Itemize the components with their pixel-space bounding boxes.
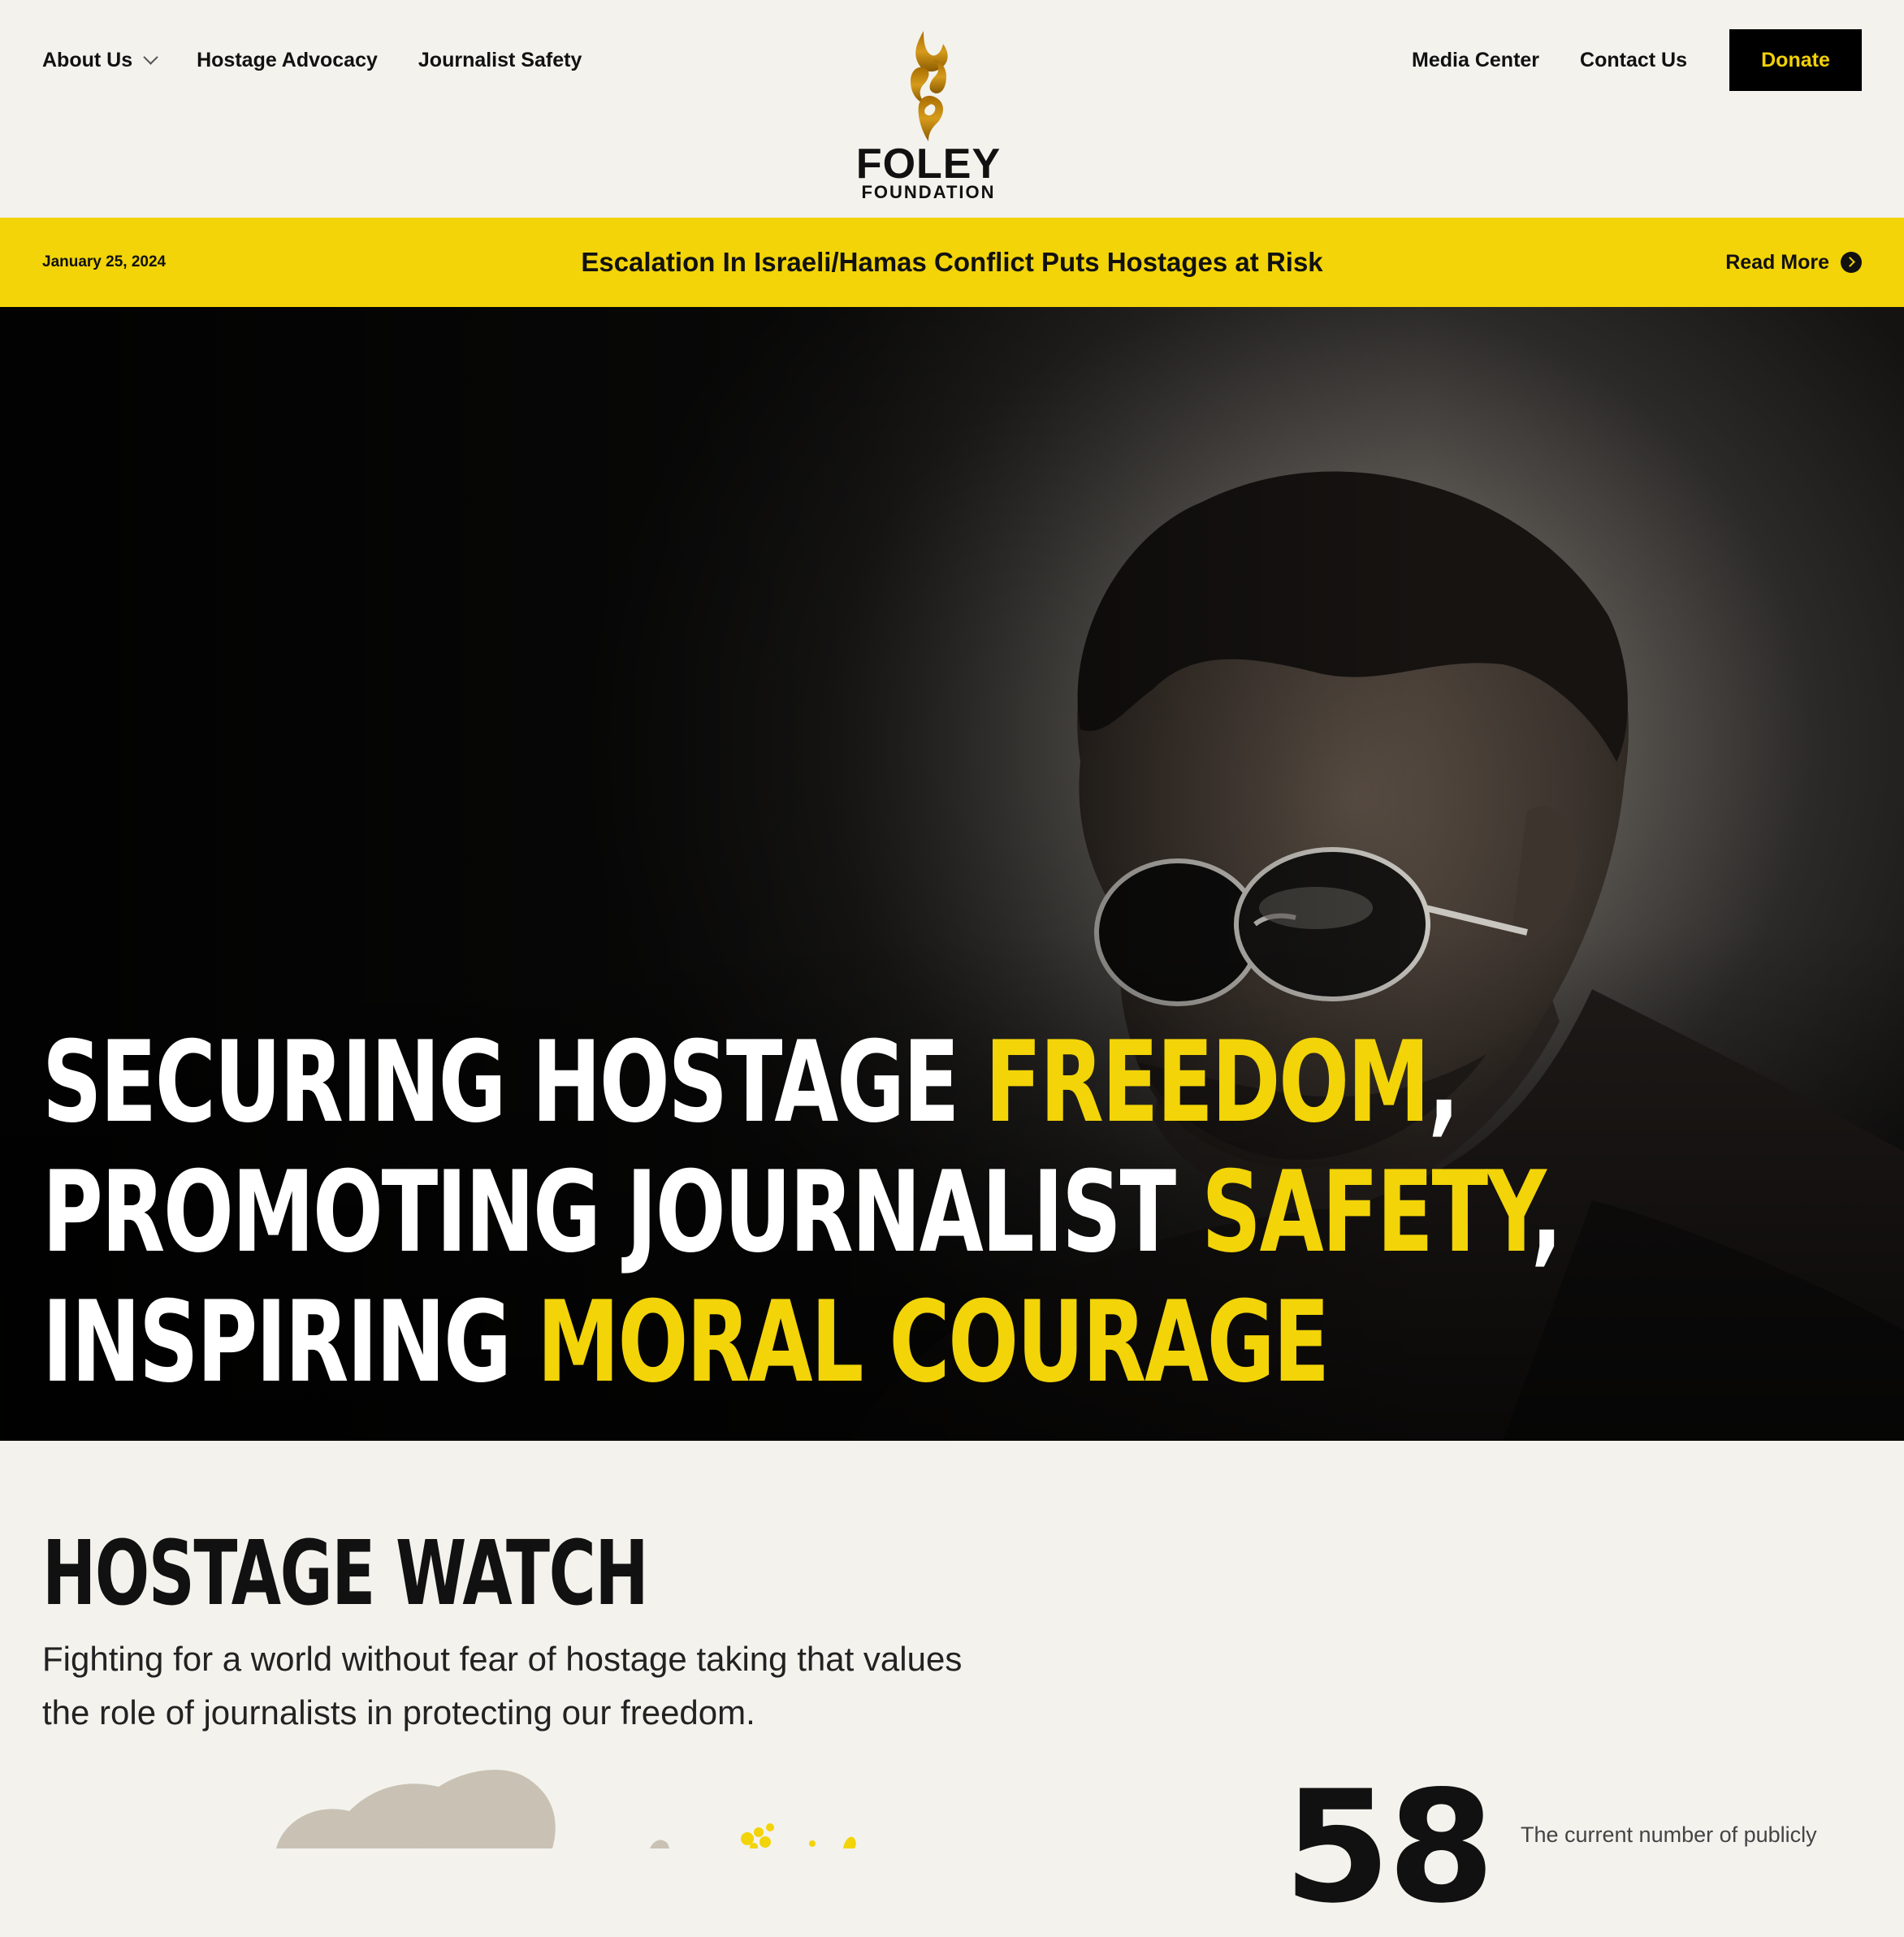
nav-journalist-safety[interactable]: Journalist Safety [418, 49, 582, 72]
nav-hostage-advocacy[interactable]: Hostage Advocacy [197, 49, 378, 72]
world-map-image [276, 1770, 856, 1848]
hostage-watch-title: HOSTAGE WATCH [42, 1521, 649, 1625]
site-header: About Us Hostage Advocacy Journalist Saf… [0, 0, 1904, 218]
hero-line-2-text: PROMOTING JOURNALIST [42, 1147, 1202, 1278]
chevron-down-icon [143, 49, 158, 65]
primary-nav-right: Media Center Contact Us Donate [1371, 29, 1862, 91]
nav-media-center[interactable]: Media Center [1412, 49, 1539, 72]
nav-contact-us[interactable]: Contact Us [1580, 49, 1687, 72]
hero-line-2: PROMOTING JOURNALIST SAFETY, [42, 1147, 1563, 1278]
nav-about-us-label: About Us [42, 48, 133, 71]
hero-section: SECURING HOSTAGE FREEDOM, PROMOTING JOUR… [0, 307, 1904, 1441]
foley-foundation-logo[interactable]: FOLEY FOUNDATION [845, 28, 1012, 202]
hostage-watch-subtitle-line-2: the role of journalists in protecting ou… [42, 1693, 755, 1732]
logo-wordmark-foley: FOLEY [855, 141, 1002, 188]
hero-highlight-safety: SAFETY [1201, 1147, 1533, 1278]
hero-highlight-freedom: FREEDOM [984, 1017, 1430, 1148]
flame-hands-icon [911, 31, 948, 141]
hero-line-3: INSPIRING MORAL COURAGE [42, 1278, 1560, 1407]
nav-media-center-label: Media Center [1412, 48, 1540, 71]
logo-wordmark-foundation: FOUNDATION [861, 182, 996, 202]
alert-date: January 25, 2024 [42, 253, 167, 270]
alert-headline: Escalation In Israeli/Hamas Conflict Put… [581, 247, 1323, 277]
hero-headline: SECURING HOSTAGE FREEDOM, PROMOTING JOUR… [42, 1018, 1563, 1407]
nav-journalist-safety-label: Journalist Safety [418, 48, 582, 71]
hostage-watch-subtitle: Fighting for a world without fear of hos… [42, 1632, 1114, 1740]
arrow-right-circle-icon [1841, 252, 1862, 273]
hostage-count: 58 [1283, 1758, 1495, 1937]
primary-nav-left: About Us Hostage Advocacy Journalist Saf… [42, 36, 622, 84]
nav-about-us[interactable]: About Us [42, 48, 158, 72]
hero-line-1-comma: , [1428, 1017, 1460, 1148]
hero-line-2-comma: , [1530, 1147, 1563, 1278]
hero-line-1-text: SECURING HOSTAGE [42, 1017, 985, 1148]
hostage-watch-subtitle-line-1: Fighting for a world without fear of hos… [42, 1640, 963, 1678]
news-alert-bar: January 25, 2024 Escalation In Israeli/H… [0, 218, 1904, 307]
read-more-label: Read More [1725, 250, 1829, 274]
read-more-link[interactable]: Read More [1725, 218, 1862, 307]
donate-button[interactable]: Donate [1729, 29, 1862, 91]
nav-hostage-advocacy-label: Hostage Advocacy [197, 48, 378, 71]
hero-line-3-text: INSPIRING [42, 1277, 538, 1407]
hero-highlight-moral-courage: MORAL COURAGE [537, 1277, 1330, 1407]
hero-line-1: SECURING HOSTAGE FREEDOM, [42, 1018, 1560, 1148]
hostage-count-description: The current number of publicly [1521, 1822, 1817, 1847]
nav-contact-us-label: Contact Us [1580, 48, 1687, 71]
